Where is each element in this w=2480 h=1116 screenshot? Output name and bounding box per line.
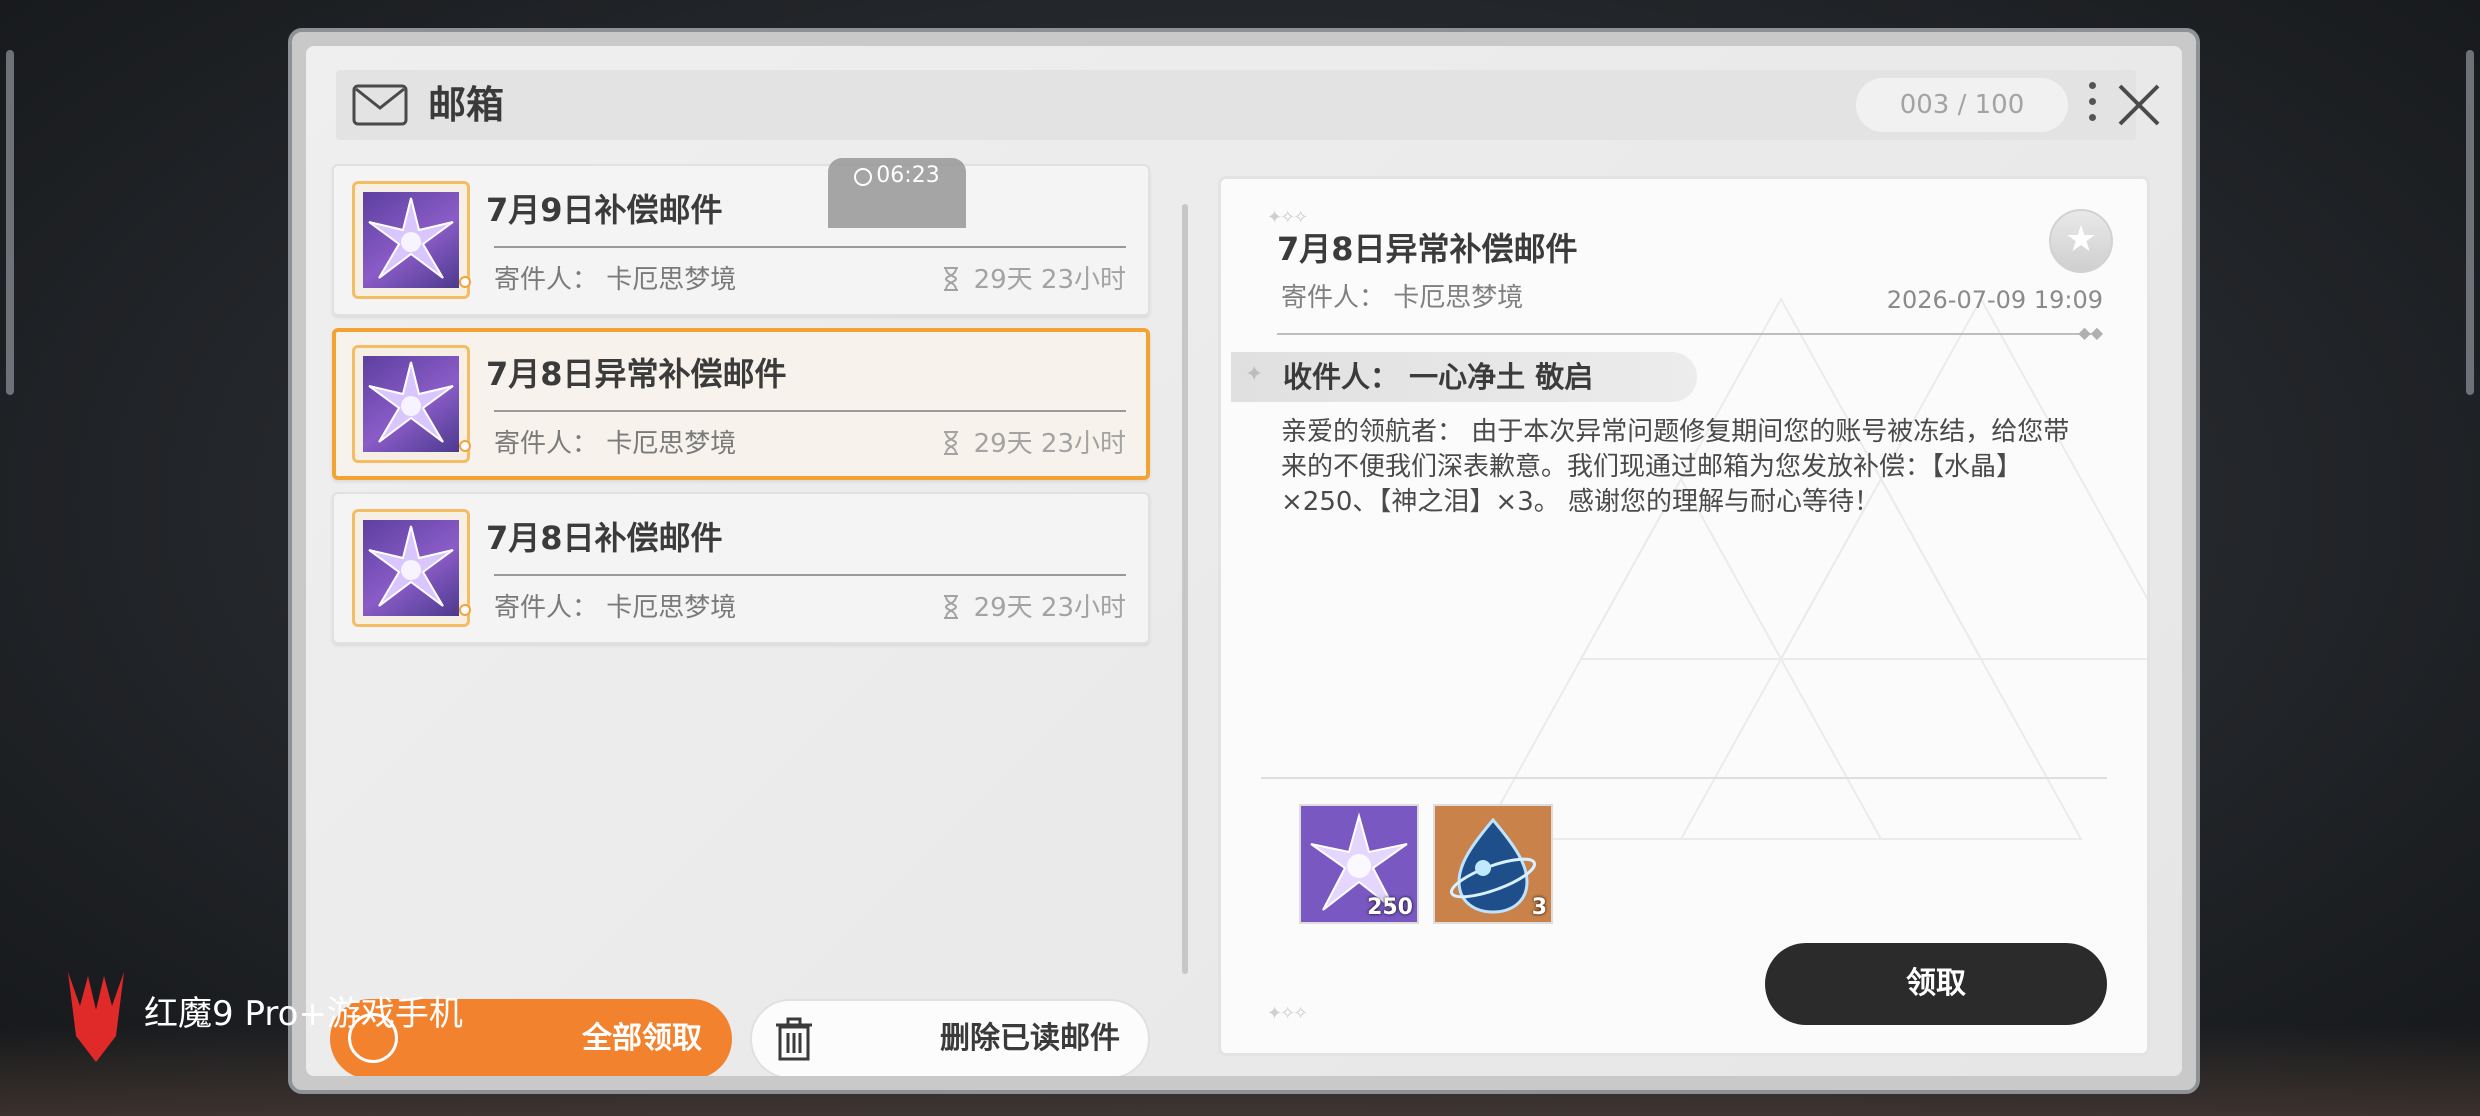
- close-icon[interactable]: [2114, 80, 2164, 130]
- red-magic-logo: [68, 972, 124, 1062]
- reward-quantity: 3: [1531, 895, 1547, 920]
- mail-counter: 003 / 100: [1856, 78, 2068, 132]
- hourglass-icon: [943, 595, 958, 619]
- mail-expiry: 29天 23小时: [942, 424, 1126, 464]
- mail-icon: [352, 84, 408, 126]
- mail-detail-sender: 寄件人： 卡厄思梦境: [1281, 283, 1524, 313]
- mail-thumbnail: [352, 345, 471, 463]
- more-options-icon[interactable]: [2088, 82, 2098, 128]
- divider-ornament: ◆◆: [2078, 323, 2103, 342]
- reward-quantity: 250: [1367, 895, 1413, 920]
- mail-detail-pane: ✦✧✧ ✦✧✧ ★ 7月8日异常补偿邮件 寄件人： 卡厄思梦境 2026-07-…: [1218, 176, 2150, 1056]
- page-title: 邮箱: [428, 83, 505, 127]
- sparkle-decoration: ✦✧✧: [1267, 1003, 1308, 1024]
- trash-icon: [776, 1017, 812, 1061]
- divider: [1261, 777, 2107, 779]
- clock-icon: [854, 168, 873, 186]
- device-watermark: 红魔9 Pro+游戏手机: [60, 966, 480, 1066]
- mail-sender: 寄件人： 卡厄思梦境: [494, 265, 737, 295]
- mail-title: 7月8日异常补偿邮件: [486, 355, 787, 393]
- sparkle-icon: ✦: [1245, 362, 1264, 387]
- divider: [494, 410, 1126, 412]
- claim-button[interactable]: 领取: [1765, 943, 2107, 1025]
- mail-detail-title: 7月8日异常补偿邮件: [1277, 230, 1578, 268]
- divider: [494, 246, 1126, 248]
- mail-sender: 寄件人： 卡厄思梦境: [494, 429, 737, 459]
- right-edge-bar: [2466, 50, 2474, 395]
- time-tooltip: 06:23: [828, 158, 966, 228]
- mail-list-scrollbar[interactable]: [1182, 204, 1188, 974]
- delete-read-button[interactable]: 删除已读邮件: [750, 999, 1150, 1076]
- mail-item[interactable]: 7月9日补偿邮件 寄件人： 卡厄思梦境 29天 23小时: [332, 164, 1150, 316]
- mail-item[interactable]: 7月8日补偿邮件 寄件人： 卡厄思梦境 29天 23小时: [332, 492, 1150, 644]
- mail-thumbnail: [352, 181, 471, 299]
- mail-expiry: 29天 23小时: [942, 260, 1126, 300]
- claim-all-label: 全部领取: [582, 1021, 702, 1056]
- crystal-icon: [368, 197, 454, 279]
- hourglass-icon: [943, 267, 958, 291]
- delete-read-label: 删除已读邮件: [940, 1021, 1120, 1056]
- recipient-banner: ✦ 收件人： 一心净土 敬启: [1231, 352, 1697, 402]
- star-icon: ★: [2064, 219, 2098, 260]
- left-edge-bar: [6, 50, 14, 395]
- mail-thumbnail: [352, 509, 471, 627]
- mail-item-selected[interactable]: 7月8日异常补偿邮件 寄件人： 卡厄思梦境 29天 23小时: [332, 328, 1150, 480]
- reward-item-crystal[interactable]: 250: [1299, 804, 1419, 924]
- sparkle-decoration: ✦✧✧: [1267, 207, 1308, 228]
- mailbox-window: 邮箱 003 / 100 7月9日补偿邮件 寄件人： 卡厄思梦境 29天 23小…: [288, 28, 2200, 1094]
- mail-detail-date: 2026-07-09 19:09: [1886, 286, 2103, 314]
- recipient-text: 收件人： 一心净土 敬启: [1283, 360, 1594, 394]
- mailbox-header: 邮箱 003 / 100: [336, 70, 2160, 140]
- mail-body: 亲爱的领航者： 由于本次异常问题修复期间您的账号被冻结，给您带来的不便我们深表歉…: [1281, 417, 2070, 517]
- crystal-icon: [368, 361, 454, 443]
- mail-sender: 寄件人： 卡厄思梦境: [494, 593, 737, 623]
- mail-title: 7月9日补偿邮件: [486, 191, 723, 229]
- mail-expiry: 29天 23小时: [942, 588, 1126, 628]
- watermark-text: 红魔9 Pro+游戏手机: [144, 994, 463, 1034]
- crystal-icon: [368, 525, 454, 607]
- hourglass-icon: [943, 431, 958, 455]
- divider: [494, 574, 1126, 576]
- reward-item-tear[interactable]: 3: [1433, 804, 1553, 924]
- mailbox-panel: 邮箱 003 / 100 7月9日补偿邮件 寄件人： 卡厄思梦境 29天 23小…: [306, 46, 2182, 1076]
- favorite-star-button[interactable]: ★: [2049, 209, 2113, 273]
- mail-title: 7月8日补偿邮件: [486, 519, 723, 557]
- divider: [1277, 333, 2091, 335]
